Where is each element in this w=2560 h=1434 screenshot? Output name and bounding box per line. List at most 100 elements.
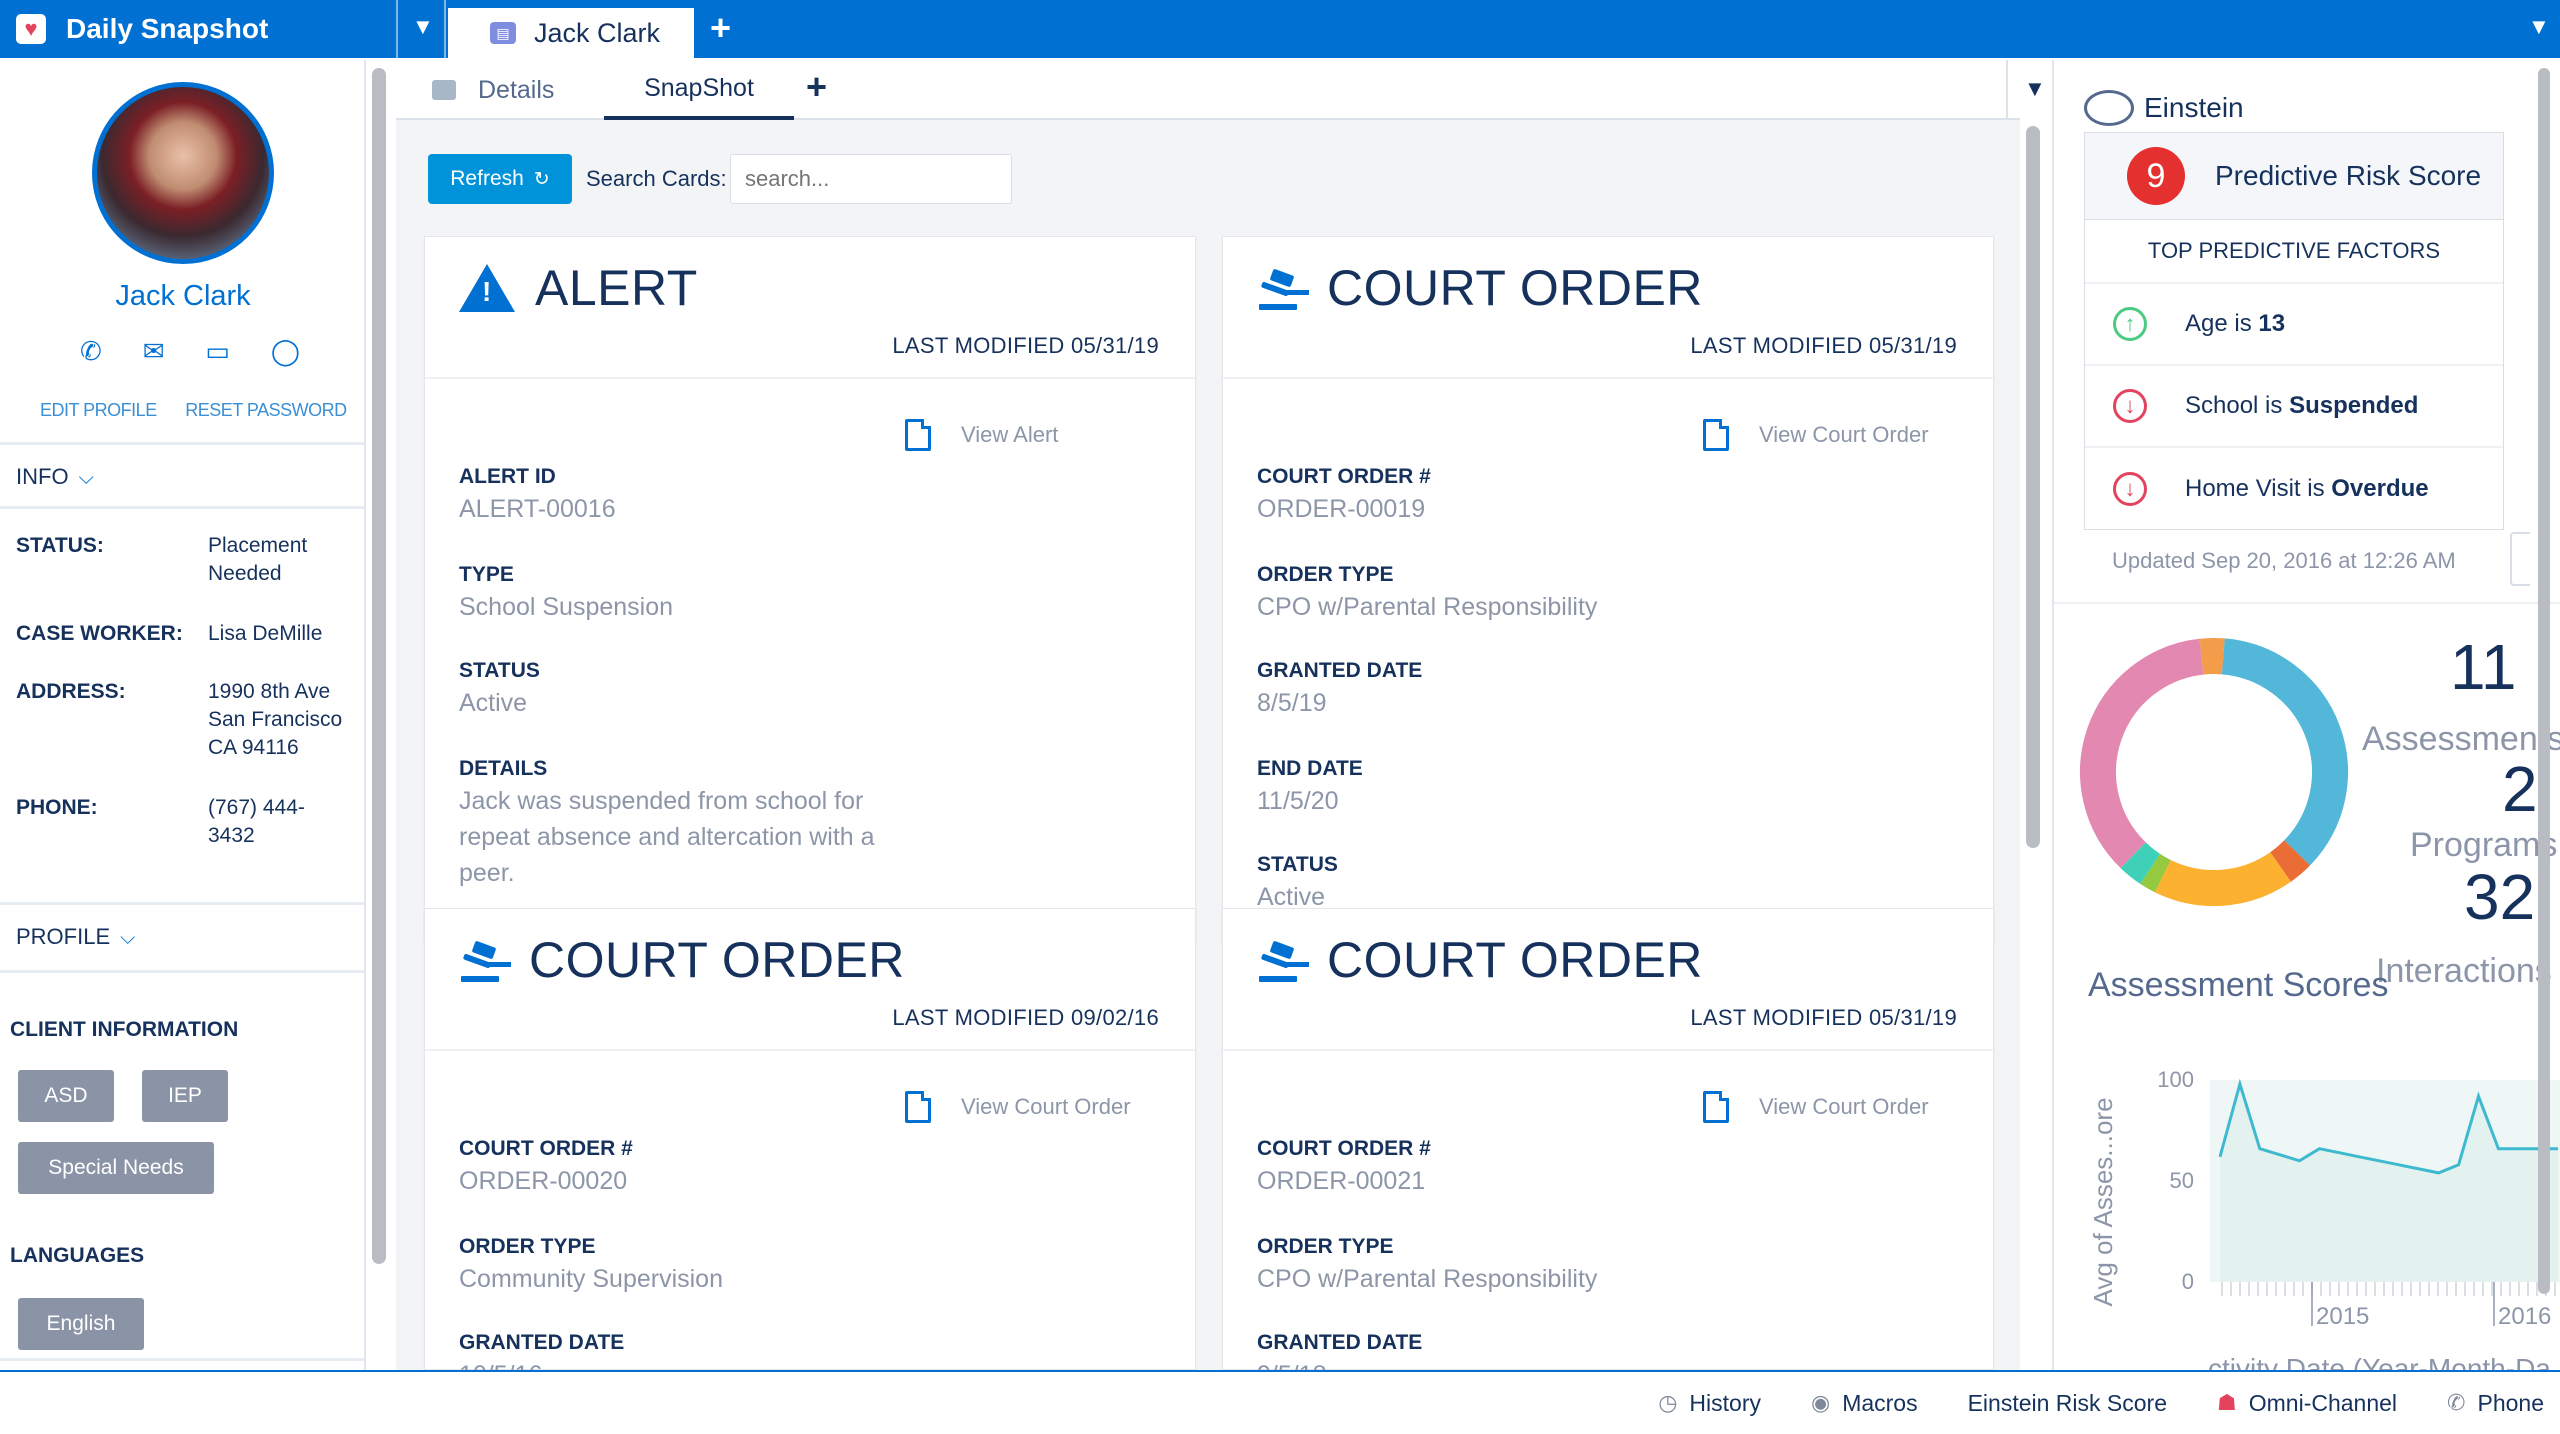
view-link-text: View Court Order [1759, 1094, 1929, 1119]
factor-row: ↓ Home Visit is Overdue [2085, 448, 2503, 530]
donut-slice[interactable] [2080, 638, 2204, 869]
refresh-button[interactable]: Refresh ↻ [428, 154, 572, 204]
field-value: Jack was suspended from school for repea… [459, 787, 875, 887]
donut-slice[interactable] [2199, 638, 2225, 675]
donut-slice[interactable] [2120, 841, 2161, 884]
chevron-down-icon[interactable]: ▼ [2528, 14, 2550, 40]
utility-einstein-risk[interactable]: Einstein Risk Score [1968, 1390, 2167, 1417]
heart-icon: ♥ [16, 14, 46, 44]
chat-icon[interactable]: ◯ [271, 336, 300, 367]
view-court-order-link[interactable]: View Court Order [905, 1091, 1131, 1123]
divider [1223, 377, 1993, 379]
stat-interactions-label: Interactions [2376, 952, 2552, 990]
field-value: ORDER-00021 [1257, 1167, 1426, 1195]
factor-list: ↑ Age is 13 ↓ School is Suspended ↓ Home Visi… [2085, 284, 2503, 530]
tab-details[interactable]: Details [432, 60, 554, 120]
utility-phone[interactable]: ✆ Phone [2447, 1390, 2544, 1417]
donut-slice[interactable] [2154, 851, 2291, 906]
view-court-order-link[interactable]: View Court Order [1703, 1091, 1929, 1123]
court-order-card: COURT ORDER LAST MODIFIED 09/02/16 View … [424, 908, 1196, 1389]
profile-label: PROFILE [16, 924, 111, 949]
einstein-scrollbar[interactable] [2538, 68, 2550, 1294]
utility-macros[interactable]: ◉ Macros [1811, 1390, 1918, 1417]
last-modified: LAST MODIFIED 09/02/16 [892, 1005, 1159, 1030]
card-title-text: COURT ORDER [1327, 932, 1703, 988]
risk-score-label: Predictive Risk Score [2215, 160, 2482, 191]
search-input[interactable] [730, 154, 1012, 204]
phone-icon[interactable]: ✆ [80, 336, 102, 367]
alert-card: ! ALERT LAST MODIFIED 05/31/19 View Alert… [424, 236, 1196, 942]
divider [0, 1358, 364, 1361]
view-court-order-link[interactable]: View Court Order [1703, 419, 1929, 451]
client-info-heading: CLIENT INFORMATION [10, 1018, 239, 1041]
divider [1223, 1049, 1993, 1051]
field-label: STATUS [1257, 853, 1338, 876]
add-subtab-icon[interactable]: + [806, 66, 827, 108]
utility-history[interactable]: ◷ History [1658, 1390, 1761, 1417]
field-value: School Suspension [459, 593, 674, 621]
info-section-toggle[interactable]: INFO ⌵ [16, 464, 94, 490]
reset-password-link[interactable]: RESET PASSWORD [185, 400, 347, 420]
case-worker-label: CASE WORKER: [16, 622, 183, 645]
refresh-icon: ↻ [533, 168, 550, 190]
gavel-icon [1257, 266, 1313, 310]
utility-omni-channel[interactable]: ☗ Omni-Channel [2217, 1390, 2397, 1417]
card-title: COURT ORDER [1257, 259, 1703, 317]
court-order-card: COURT ORDER LAST MODIFIED 05/31/19 View … [1222, 236, 1994, 942]
field-label: END DATE [1257, 757, 1363, 780]
card-title-text: ALERT [535, 260, 698, 316]
last-modified: LAST MODIFIED 05/31/19 [1690, 1005, 1957, 1030]
card-title-text: COURT ORDER [1327, 260, 1703, 316]
x-tick-label: 2016 [2498, 1303, 2551, 1330]
profile-section-toggle[interactable]: PROFILE ⌵ [16, 924, 135, 950]
tag-special-needs[interactable]: Special Needs [18, 1142, 214, 1194]
donut-slice[interactable] [2140, 853, 2171, 893]
y-axis-label: Avg of Asses...ore [2088, 1097, 2118, 1306]
profile-sidebar: Jack Clark ✆ ✉ ▭ ◯ EDIT PROFILE RESET PA… [0, 60, 366, 1370]
edit-profile-link[interactable]: EDIT PROFILE [40, 400, 157, 420]
address-line: 1990 8th Ave [208, 680, 331, 703]
view-link-text: View Court Order [1759, 422, 1929, 447]
document-icon [905, 1091, 931, 1123]
field-label: COURT ORDER # [1257, 1137, 1431, 1160]
line-chart-title: Assessment Scores [2088, 966, 2389, 1004]
tag-iep[interactable]: IEP [142, 1070, 228, 1122]
last-modified: LAST MODIFIED 05/31/19 [892, 333, 1159, 358]
donut-slice[interactable] [2269, 840, 2311, 882]
email-icon[interactable]: ✉ [143, 336, 165, 367]
view-alert-link[interactable]: View Alert [905, 419, 1058, 451]
document-icon [1703, 419, 1729, 451]
warning-icon: ! [459, 264, 515, 312]
tag-asd[interactable]: ASD [18, 1070, 114, 1122]
x-tick-label: 2015 [2316, 1303, 2369, 1330]
stat-programs-value: 2 [2502, 753, 2538, 825]
chevron-down-icon[interactable]: ▼ [2024, 76, 2046, 102]
card-title: COURT ORDER [1257, 931, 1703, 989]
refresh-handle[interactable] [2510, 532, 2530, 586]
global-header: ♥ Daily Snapshot ▼ ▤ Jack Clark + ▼ [0, 0, 2560, 58]
field-label: DETAILS [459, 757, 548, 780]
chevron-down-icon[interactable]: ▼ [412, 14, 434, 40]
profile-name[interactable]: Jack Clark [0, 280, 366, 313]
app-launcher[interactable]: ♥ Daily Snapshot [0, 0, 400, 58]
risk-score-box[interactable]: 9 Predictive Risk Score [2084, 132, 2504, 220]
einstein-title: Einstein [2144, 92, 2244, 123]
field-label: ORDER TYPE [1257, 563, 1394, 586]
field-label: GRANTED DATE [1257, 1331, 1423, 1354]
tab-snapshot[interactable]: SnapShot [604, 60, 794, 120]
document-icon [905, 419, 931, 451]
app-name: Daily Snapshot [66, 13, 269, 44]
phone-label: PHONE: [16, 796, 98, 819]
add-tab-icon[interactable]: + [710, 10, 731, 46]
donut-slice[interactable] [2221, 638, 2348, 866]
field-label: COURT ORDER # [459, 1137, 633, 1160]
subtab-bar: Details SnapShot + [396, 60, 2020, 120]
card-icon[interactable]: ▭ [205, 336, 230, 367]
sidebar-scrollbar[interactable] [372, 68, 386, 1264]
field-label: ALERT ID [459, 465, 556, 488]
content-scrollbar[interactable] [2026, 126, 2040, 848]
tab-jack-clark[interactable]: ▤ Jack Clark [448, 4, 694, 58]
divider [0, 506, 364, 509]
tag-english[interactable]: English [18, 1298, 144, 1350]
avatar [92, 82, 274, 264]
